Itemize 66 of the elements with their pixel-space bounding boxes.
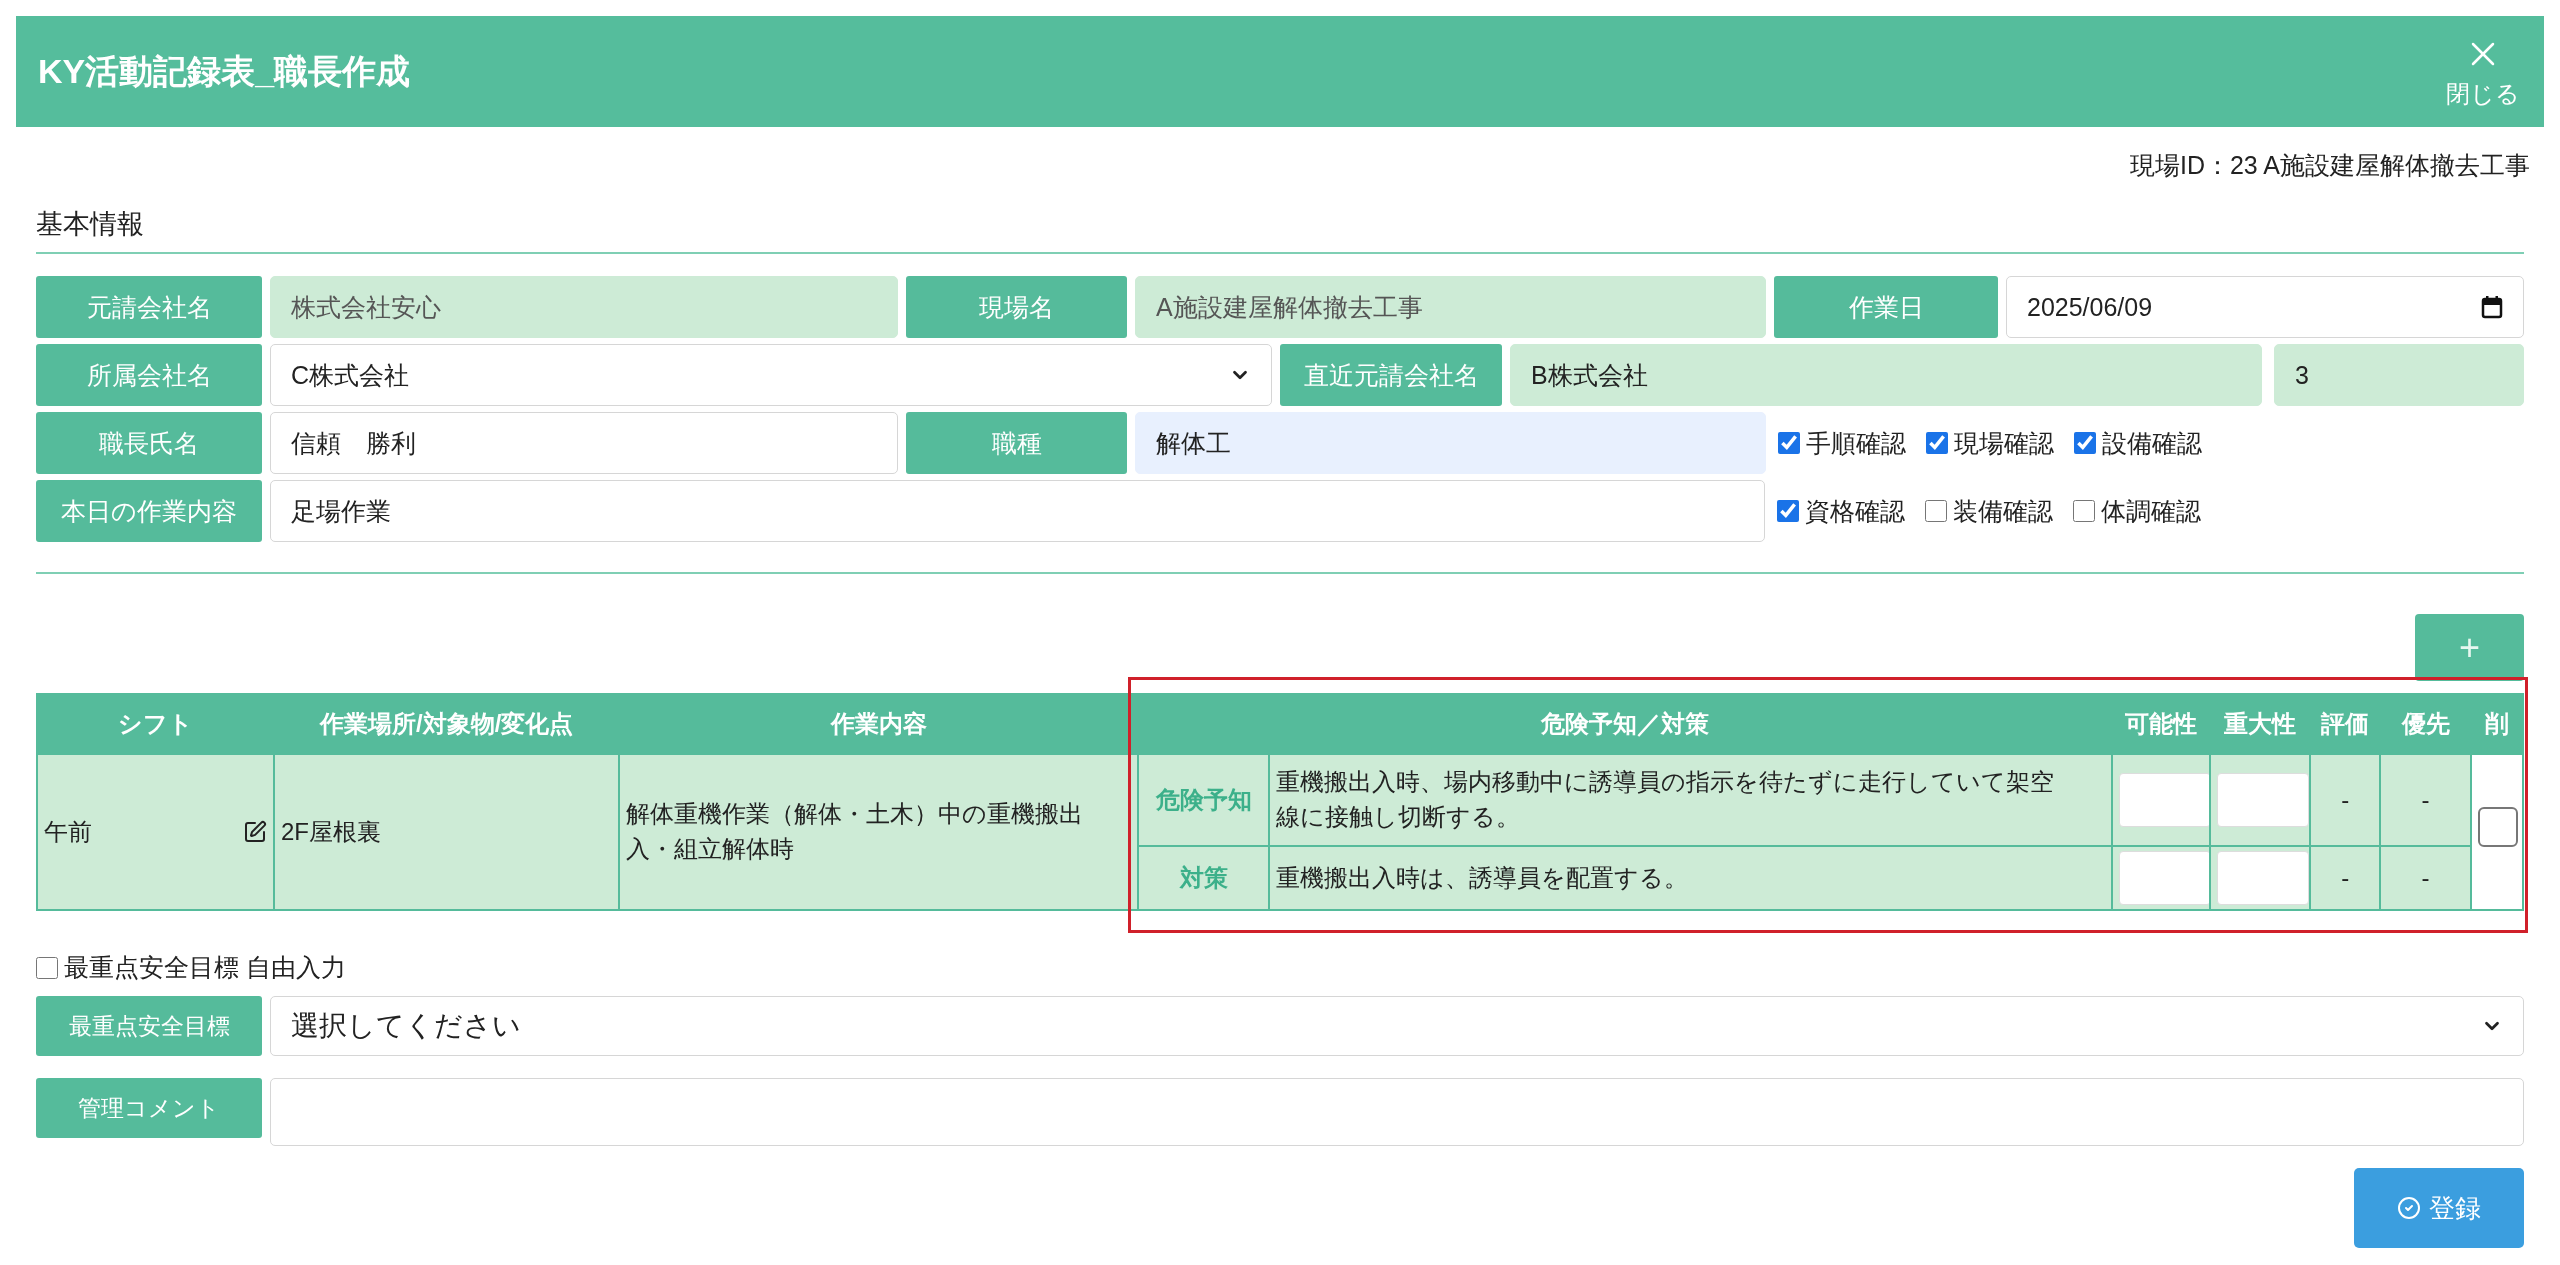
checkbox-label[interactable]: 手順確認 [1778, 426, 1906, 460]
table-cell: - [2380, 846, 2471, 910]
column-header: 危険予知／対策 [1138, 694, 2113, 754]
column-header: 優先 [2380, 694, 2471, 754]
checkbox-label[interactable]: 設備確認 [2074, 426, 2202, 460]
checkbox-label[interactable]: 体調確認 [2073, 494, 2201, 528]
select-field[interactable]: C株式会社 [270, 344, 1272, 406]
site-id-text: 現場ID：23 A施設建屋解体撤去工事 [2129, 150, 2530, 181]
field-label: 現場名 [906, 276, 1127, 338]
check-circle-icon [2397, 1196, 2421, 1220]
field-label: 管理コメント [36, 1078, 262, 1138]
column-header: 可能性 [2112, 694, 2210, 754]
readonly-field: A施設建屋解体撤去工事 [1135, 276, 1766, 338]
checkbox[interactable] [1778, 432, 1800, 454]
table-cell: 2F屋根裏 [273, 754, 620, 910]
table-cell: 解体重機作業（解体・土木）中の重機搬出入・組立解体時 [619, 754, 1139, 910]
table-cell: 対策 [1138, 846, 1269, 910]
readonly-field: 株式会社安心 [270, 276, 898, 338]
checkbox[interactable] [2074, 432, 2096, 454]
input-field[interactable]: 信頼 勝利 [270, 412, 898, 474]
input-field[interactable] [2119, 851, 2212, 905]
checkbox[interactable] [2477, 807, 2518, 848]
field-label: 本日の作業内容 [36, 480, 262, 542]
column-header: 評価 [2310, 694, 2381, 754]
table-cell: - [2310, 846, 2381, 910]
field-label: 直近元請会社名 [1280, 344, 1502, 406]
column-header: シフト [37, 694, 274, 754]
input-field[interactable]: 解体工 [1135, 412, 1766, 474]
date-field[interactable]: 2025/06/09 [2006, 276, 2524, 338]
checkbox-label[interactable]: 最重点安全目標 自由入力 [36, 951, 346, 984]
column-header: 重大性 [2209, 694, 2311, 754]
comment-field[interactable] [270, 1078, 2524, 1146]
table-cell: 危険予知 [1138, 754, 1269, 846]
input-field[interactable] [2216, 851, 2309, 905]
calendar-icon [2481, 295, 2503, 319]
select-field[interactable]: 選択してください [270, 996, 2524, 1056]
input-field[interactable]: 足場作業 [270, 480, 1765, 542]
checkbox-label[interactable]: 装備確認 [1925, 494, 2053, 528]
readonly-field: B株式会社 [1510, 344, 2262, 406]
table-cell: - [2380, 754, 2471, 846]
readonly-field: 3 [2274, 344, 2524, 406]
column-header: 作業内容 [619, 694, 1139, 754]
field-label: 職長氏名 [36, 412, 262, 474]
table-cell: 重機搬出入時、場内移動中に誘導員の指示を待たずに走行していて架空線に接触し切断する。 [1268, 754, 2113, 846]
input-field[interactable] [2216, 773, 2309, 827]
checkbox-label[interactable]: 現場確認 [1926, 426, 2054, 460]
field-label: 作業日 [1774, 276, 1998, 338]
window-title: KY活動記録表_職長作成 [38, 50, 411, 92]
field-label: 元請会社名 [36, 276, 262, 338]
column-header: 削 [2470, 694, 2523, 754]
shift-text: 午前 [44, 816, 92, 847]
input-field[interactable] [2119, 773, 2212, 827]
checkbox[interactable] [36, 956, 58, 979]
field-label: 職種 [906, 412, 1127, 474]
table-cell: 重機搬出入時は、誘導員を配置する。 [1268, 846, 2113, 910]
table-cell: - [2310, 754, 2381, 846]
checkbox[interactable] [1925, 500, 1947, 522]
column-header: 作業場所/対象物/変化点 [273, 694, 620, 754]
section-title: 基本情報 [36, 182, 2524, 254]
checkbox-label[interactable]: 資格確認 [1777, 494, 1905, 528]
checkbox[interactable] [1926, 432, 1948, 454]
field-label: 所属会社名 [36, 344, 262, 406]
edit-icon[interactable] [242, 820, 267, 844]
field-label: 最重点安全目標 [36, 996, 262, 1056]
checkbox[interactable] [1777, 500, 1799, 522]
checkbox[interactable] [2073, 500, 2095, 522]
